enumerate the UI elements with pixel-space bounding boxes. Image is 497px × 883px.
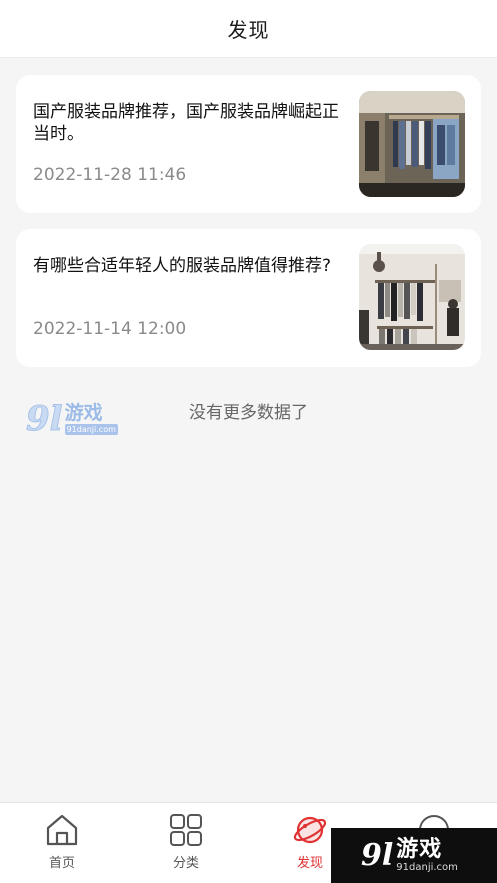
clothing-store-photo: [359, 91, 465, 197]
article-title: 国产服装品牌推荐，国产服装品牌崛起正当时。: [33, 102, 339, 144]
tab-home[interactable]: 首页: [17, 803, 107, 883]
page-title: 发现: [227, 18, 270, 42]
tab-label: 首页: [48, 856, 75, 871]
watermark-number: 9l: [26, 399, 64, 439]
watermark-url: 91danji.com: [396, 861, 458, 873]
watermark-name: 游戏: [64, 402, 103, 424]
watermark-url: 91danji.com: [64, 424, 118, 435]
article-card[interactable]: 国产服装品牌推荐，国产服装品牌崛起正当时。 2022-11-28 11:46: [16, 75, 481, 213]
clothing-rack-photo: [359, 244, 465, 350]
planet-icon: [293, 816, 327, 844]
category-grid-icon: [170, 814, 202, 846]
tab-category[interactable]: 分类: [141, 803, 231, 883]
top-bar: 发现: [0, 0, 497, 58]
article-thumbnail: [359, 91, 465, 197]
watermark-logo: 9l 游戏 91danji.com: [26, 402, 118, 442]
watermark-number: 9l: [361, 837, 394, 873]
article-thumbnail: [359, 244, 465, 350]
home-icon: [46, 814, 78, 846]
watermark-name: 游戏: [396, 836, 443, 862]
corner-watermark: 9l 游戏 91danji.com: [331, 828, 497, 883]
article-card[interactable]: 有哪些合适年轻人的服装品牌值得推荐? 2022-11-14 12:00: [16, 229, 481, 367]
tab-label: 发现: [296, 856, 323, 871]
article-title: 有哪些合适年轻人的服装品牌值得推荐?: [33, 256, 332, 276]
article-date: 2022-11-28 11:46: [33, 165, 187, 185]
tab-label: 分类: [172, 856, 199, 871]
article-date: 2022-11-14 12:00: [33, 319, 187, 339]
